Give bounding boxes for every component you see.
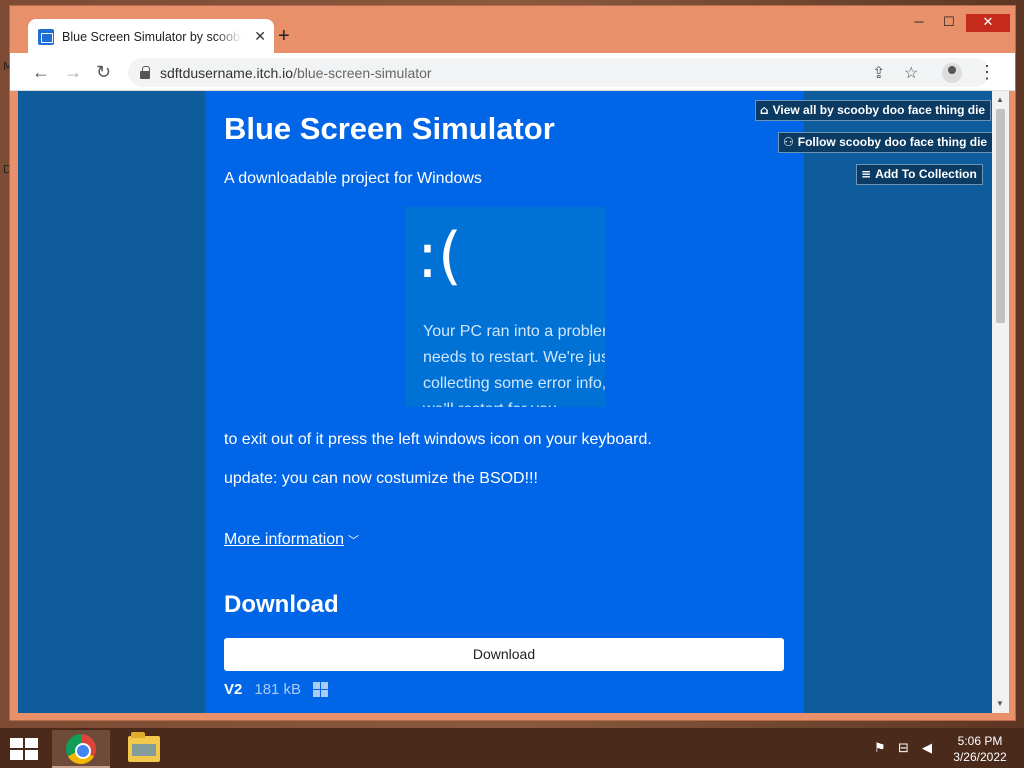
scrollbar-thumb[interactable] xyxy=(996,109,1005,323)
view-all-label: View all by scooby doo face thing die xyxy=(772,103,986,117)
volume-muted-icon[interactable]: ◀ xyxy=(922,741,932,756)
file-name: V2 xyxy=(224,681,243,698)
clock-time: 5:06 PM xyxy=(957,734,1003,748)
add-to-collection-button[interactable]: ≡ Add To Collection xyxy=(856,164,983,185)
scroll-down-icon[interactable]: ▼ xyxy=(996,699,1004,708)
clock-date: 3/26/2022 xyxy=(953,750,1007,764)
add-collection-label: Add To Collection xyxy=(875,167,977,181)
itchio-favicon-icon xyxy=(38,28,54,45)
action-center-flag-icon[interactable]: ⚑ xyxy=(874,741,886,756)
title-bar: Blue Screen Simulator by scooby doo face… xyxy=(10,6,1015,54)
bsod-screenshot-image[interactable]: :( Your PC ran into a problem and needs … xyxy=(405,207,605,407)
address-bar[interactable]: sdftdusername.itch.io/blue-screen-simula… xyxy=(128,58,989,87)
store-icon: ⌂ xyxy=(760,103,769,117)
tab-close-icon[interactable]: ✕ xyxy=(254,28,266,45)
follow-label: Follow scooby doo face thing die xyxy=(797,135,988,149)
system-clock[interactable]: 5:06 PM 3/26/2022 xyxy=(950,733,1010,765)
close-window-button[interactable]: ✕ xyxy=(966,14,1010,32)
url-host: sdftdusername.itch.io xyxy=(160,64,294,81)
taskbar-file-explorer-app[interactable] xyxy=(114,730,172,768)
start-button[interactable] xyxy=(10,738,38,760)
browser-window: Blue Screen Simulator by scooby doo face… xyxy=(9,5,1016,721)
page-scrollbar[interactable]: ▲ ▼ xyxy=(992,91,1009,713)
download-button[interactable]: Download xyxy=(224,638,784,671)
browser-menu-icon[interactable]: ⋮ xyxy=(978,62,996,83)
taskbar: ⚑ ⊟ ◀ 5:06 PM 3/26/2022 xyxy=(0,728,1024,768)
new-tab-button[interactable]: + xyxy=(278,25,290,47)
download-heading: Download xyxy=(224,591,339,618)
project-subtitle: A downloadable project for Windows xyxy=(224,170,482,187)
follow-user-icon: ⚇ xyxy=(783,135,794,149)
view-all-button[interactable]: ⌂ View all by scooby doo face thing die xyxy=(755,100,992,121)
file-explorer-icon xyxy=(128,732,160,762)
url-text[interactable]: sdftdusername.itch.io/blue-screen-simula… xyxy=(160,65,432,81)
add-list-icon: ≡ xyxy=(861,167,872,181)
description-paragraph: to exit out of it press the left windows… xyxy=(224,431,652,448)
more-information-label: More information xyxy=(224,531,345,548)
forward-button[interactable]: → xyxy=(64,62,82,82)
profile-avatar-icon[interactable] xyxy=(942,63,962,83)
url-path: /blue-screen-simulator xyxy=(293,64,432,81)
browser-toolbar: ← → ↻ sdftdusername.itch.io/blue-screen-… xyxy=(10,53,1015,91)
chrome-icon xyxy=(66,734,96,764)
browser-tab[interactable]: Blue Screen Simulator by scooby doo face… xyxy=(28,19,274,54)
page-title: Blue Screen Simulator xyxy=(224,111,555,146)
windows-platform-icon xyxy=(313,682,329,697)
network-icon[interactable]: ⊟ xyxy=(898,741,909,756)
sad-face-text: :( xyxy=(417,219,463,292)
update-paragraph: update: you can now costumize the BSOD!!… xyxy=(224,470,538,487)
scroll-up-icon[interactable]: ▲ xyxy=(996,95,1004,104)
file-size: 181 kB xyxy=(254,681,302,698)
chevron-down-icon: ﹀ xyxy=(348,535,360,547)
taskbar-chrome-app[interactable] xyxy=(52,730,110,768)
follow-button[interactable]: ⚇ Follow scooby doo face thing die xyxy=(778,132,992,153)
lock-icon[interactable] xyxy=(140,65,150,79)
minimize-button[interactable]: ─ xyxy=(904,14,934,32)
tab-title: Blue Screen Simulator by scooby doo face… xyxy=(62,29,242,44)
page-viewport: Blue Screen Simulator A downloadable pro… xyxy=(18,91,992,713)
bsod-message-text: Your PC ran into a problem and needs to … xyxy=(423,323,605,407)
more-information-link[interactable]: More information ﹀ xyxy=(224,531,359,549)
back-button[interactable]: ← xyxy=(32,62,50,82)
download-file-row: V2 181 kB xyxy=(224,681,329,698)
maximize-button[interactable]: ☐ xyxy=(934,14,964,32)
project-page-column: Blue Screen Simulator A downloadable pro… xyxy=(205,91,804,713)
share-icon[interactable]: ⇪ xyxy=(872,63,885,83)
bookmark-star-icon[interactable]: ☆ xyxy=(904,63,918,83)
reload-button[interactable]: ↻ xyxy=(96,62,111,82)
